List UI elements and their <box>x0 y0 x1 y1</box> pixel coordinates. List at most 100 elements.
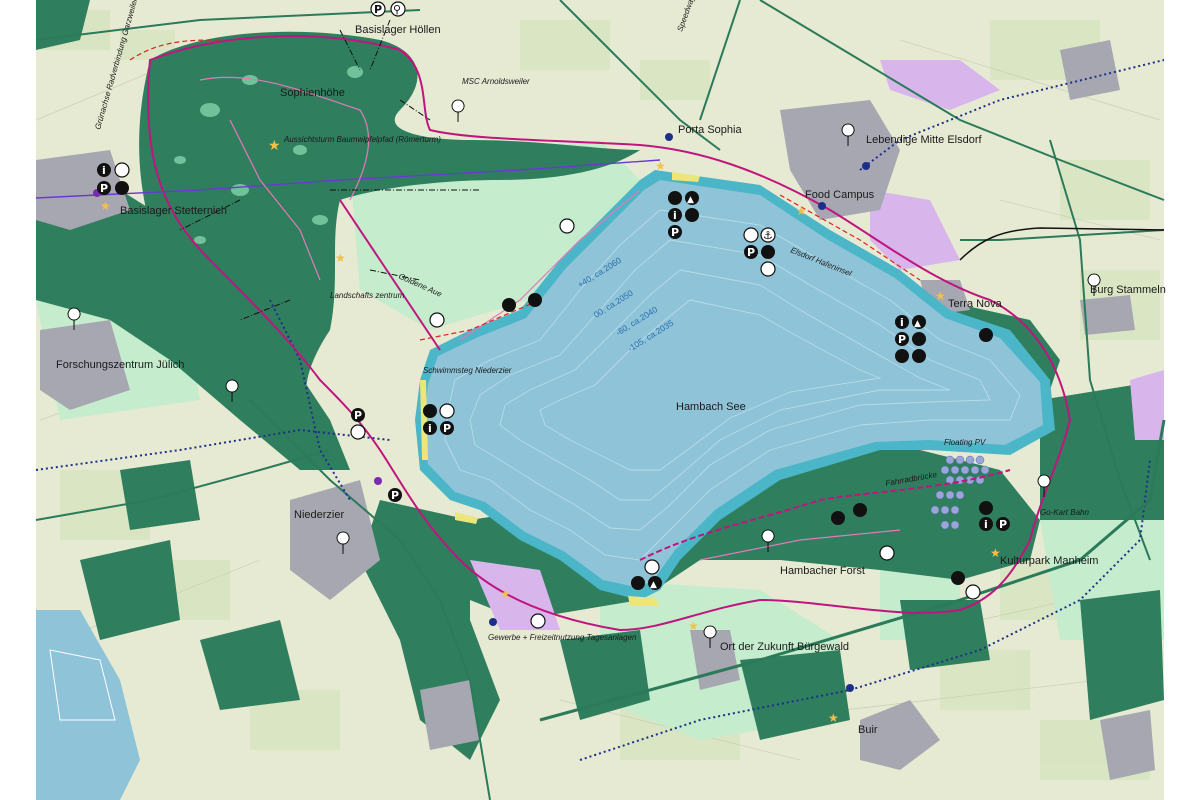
swimming-icon[interactable] <box>951 571 965 585</box>
pv-unit <box>945 455 955 465</box>
swimming-icon[interactable] <box>668 191 682 205</box>
forest-patch <box>900 600 990 670</box>
info-icon-glyph: i <box>102 164 106 177</box>
field <box>640 60 710 100</box>
hiking-icon-glyph: ⚲ <box>393 3 401 16</box>
label-hambacher-forst: Hambacher Forst <box>780 565 865 577</box>
camping-icon-glyph: ▲ <box>914 319 921 329</box>
restaurant-icon[interactable] <box>760 261 776 277</box>
pv-unit <box>940 465 950 475</box>
pv-unit <box>940 505 950 515</box>
sailing-icon[interactable] <box>761 245 775 259</box>
label-forschungszentrum: Forschungszentrum Jülich <box>56 359 184 371</box>
label-msc: MSC Arnoldsweiler <box>462 77 530 86</box>
pv-unit <box>975 455 985 465</box>
bus-icon[interactable] <box>439 403 455 419</box>
station-gewerbe <box>489 618 497 626</box>
cycling-icon[interactable] <box>528 293 542 307</box>
bus-icon[interactable] <box>965 584 981 600</box>
hiking-icon[interactable] <box>502 298 516 312</box>
parking-icon-glyph: P <box>391 489 399 502</box>
settlement-se <box>1100 710 1155 780</box>
star-icon: ★ <box>100 199 111 213</box>
forest-patch <box>1080 590 1164 720</box>
bus-icon[interactable] <box>350 424 366 440</box>
sailing-icon[interactable] <box>685 208 699 222</box>
fishing-icon[interactable] <box>895 349 909 363</box>
station-food-campus <box>818 202 826 210</box>
label-basislager-hoellen: Basislager Höllen <box>355 24 441 36</box>
bus-icon[interactable] <box>743 227 759 243</box>
label-hambach-see: Hambach See <box>676 401 746 413</box>
station-lebendige-mitte <box>862 162 870 170</box>
star-icon: ★ <box>935 289 946 303</box>
label-go-kart: Go-Kart Bahn <box>1040 508 1089 517</box>
parking-icon-glyph: P <box>671 226 679 239</box>
horse-riding-icon[interactable] <box>979 328 993 342</box>
label-porta-sophia: Porta Sophia <box>678 124 742 136</box>
pv-unit <box>960 465 970 475</box>
pv-unit <box>980 465 990 475</box>
label-burg-stammeln: Burg Stammeln <box>1090 284 1166 296</box>
hiking-icon[interactable] <box>831 511 845 525</box>
pv-unit <box>955 490 965 500</box>
star-icon: ★ <box>268 138 281 154</box>
label-landschaftszentrum: Landschafts zentrum <box>330 291 405 300</box>
label-buir: Buir <box>858 724 878 736</box>
swimming-icon[interactable] <box>631 576 645 590</box>
bus-icon[interactable] <box>429 312 445 328</box>
pv-unit <box>930 505 940 515</box>
pv-unit <box>950 465 960 475</box>
star-icon: ★ <box>796 204 807 218</box>
swimming-icon[interactable] <box>912 332 926 346</box>
parking-icon-glyph: P <box>374 3 382 16</box>
label-schwimmsteg: Schwimmsteg Niederzier <box>423 366 512 375</box>
info-icon-glyph: i <box>900 316 904 329</box>
parking-icon-glyph: P <box>100 182 108 195</box>
camping-icon[interactable] <box>979 501 993 515</box>
forest-patch <box>120 460 200 530</box>
clearing <box>174 156 186 164</box>
bus-icon[interactable] <box>530 613 546 629</box>
info-icon-glyph: i <box>984 518 988 531</box>
label-ort-der-zukunft: Ort der Zukunft Bürgewald <box>720 641 849 653</box>
parking-icon-glyph: P <box>354 409 362 422</box>
settlement-stammeln <box>1080 295 1135 335</box>
label-gewerbe: Gewerbe + Freizeitnutzung Tagesanlagen <box>488 633 637 642</box>
bus-icon[interactable] <box>879 545 895 561</box>
parking-icon-glyph: P <box>747 246 755 259</box>
settlement-ne <box>1060 40 1120 100</box>
info-icon-glyph: i <box>673 209 677 222</box>
pv-unit <box>950 520 960 530</box>
bus-icon[interactable] <box>559 218 575 234</box>
cycling-icon[interactable] <box>912 349 926 363</box>
camping-icon-glyph: ▲ <box>687 195 694 205</box>
cycling-icon[interactable] <box>853 503 867 517</box>
label-kulturpark: Kulturpark Manheim <box>1000 555 1098 567</box>
parking-icon-glyph: P <box>443 422 451 435</box>
pv-unit <box>935 490 945 500</box>
label-lebendige-mitte: Lebendige Mitte Elsdorf <box>866 134 983 146</box>
station-buir <box>846 684 854 692</box>
station-niederzier <box>374 477 382 485</box>
label-floating-pv: Floating PV <box>944 438 986 447</box>
label-aussichtsturm: Aussichtsturm Baumwipfelpfad (Römerturm) <box>283 135 441 144</box>
pv-unit <box>945 490 955 500</box>
station-porta-sophia <box>665 133 673 141</box>
pv-unit <box>955 455 965 465</box>
bus-icon[interactable] <box>644 559 660 575</box>
pv-unit <box>940 520 950 530</box>
field <box>520 20 610 70</box>
parking-icon-glyph: P <box>999 518 1007 531</box>
bike-rental-icon[interactable] <box>114 162 130 178</box>
parking-icon-glyph: P <box>898 333 906 346</box>
pv-unit <box>965 455 975 465</box>
clearing <box>293 145 307 155</box>
star-icon: ★ <box>335 251 346 265</box>
star-icon: ★ <box>688 619 699 633</box>
camping-icon-glyph: ▲ <box>650 580 657 590</box>
hiking-icon[interactable] <box>115 181 129 195</box>
clearing <box>194 236 206 244</box>
swimming-icon[interactable] <box>423 404 437 418</box>
purple-zone-east <box>1130 370 1164 440</box>
